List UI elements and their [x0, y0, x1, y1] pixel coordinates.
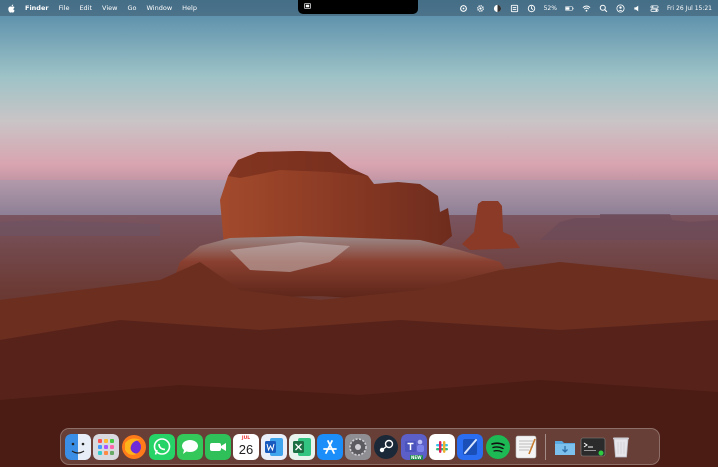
menu-window[interactable]: Window	[142, 0, 178, 16]
word-icon[interactable]	[261, 433, 287, 460]
camera-notch	[298, 0, 418, 14]
calendar-day: 26	[238, 441, 254, 457]
timer-icon[interactable]	[527, 4, 536, 13]
excel-icon[interactable]	[289, 433, 315, 460]
battery-icon[interactable]	[565, 4, 574, 13]
steam-icon[interactable]	[373, 434, 399, 460]
battery-percent: 52%	[543, 4, 557, 12]
menu-edit[interactable]: Edit	[74, 0, 97, 16]
calendar-month: JUL	[241, 435, 251, 441]
launchpad-icon[interactable]	[93, 433, 119, 460]
app-store-icon[interactable]	[317, 433, 343, 460]
menu-help[interactable]: Help	[177, 0, 202, 16]
textedit-icon[interactable]	[513, 434, 539, 460]
user-icon[interactable]	[616, 3, 625, 13]
dock-separator	[545, 433, 546, 460]
settings-icon[interactable]	[459, 4, 468, 13]
status-area: 52% Fri 26 Jul 15:21	[459, 0, 712, 16]
new-badge: NEW	[410, 454, 423, 460]
search-icon[interactable]	[599, 4, 608, 13]
app-menu-finder[interactable]: Finder	[17, 0, 54, 16]
firefox-icon[interactable]	[121, 434, 147, 460]
terminal-icon[interactable]	[580, 434, 606, 460]
finder-icon[interactable]	[65, 433, 91, 460]
screen-record-icon[interactable]	[304, 3, 311, 9]
apple-menu-icon[interactable]	[6, 0, 17, 16]
spotify-icon[interactable]	[485, 434, 511, 460]
menu-file[interactable]: File	[54, 0, 75, 16]
gear-icon[interactable]	[476, 4, 485, 13]
dock: JUL 26 NEW	[60, 428, 660, 465]
trash-icon[interactable]	[608, 434, 634, 460]
menu-bar-clock[interactable]: Fri 26 Jul 15:21	[667, 5, 712, 12]
menu-view[interactable]: View	[97, 0, 122, 16]
teams-icon[interactable]: NEW	[401, 433, 427, 460]
dark-mode-icon[interactable]	[493, 4, 502, 13]
xcode-icon[interactable]	[457, 433, 483, 460]
system-settings-icon[interactable]	[345, 433, 371, 460]
messages-icon[interactable]	[177, 433, 203, 460]
menu-go[interactable]: Go	[122, 0, 141, 16]
menu-bar: Finder File Edit View Go Window Help 52%	[0, 0, 718, 16]
clipboard-icon[interactable]	[510, 4, 519, 13]
desktop-wallpaper	[0, 0, 718, 467]
slack-icon[interactable]	[429, 433, 455, 460]
downloads-folder-icon[interactable]	[552, 434, 578, 460]
wifi-icon[interactable]	[582, 4, 591, 13]
volume-icon[interactable]	[633, 4, 642, 13]
calendar-icon[interactable]: JUL 26	[233, 433, 259, 460]
control-center-icon[interactable]	[650, 4, 659, 13]
facetime-icon[interactable]	[205, 433, 231, 460]
whatsapp-icon[interactable]	[149, 433, 175, 460]
